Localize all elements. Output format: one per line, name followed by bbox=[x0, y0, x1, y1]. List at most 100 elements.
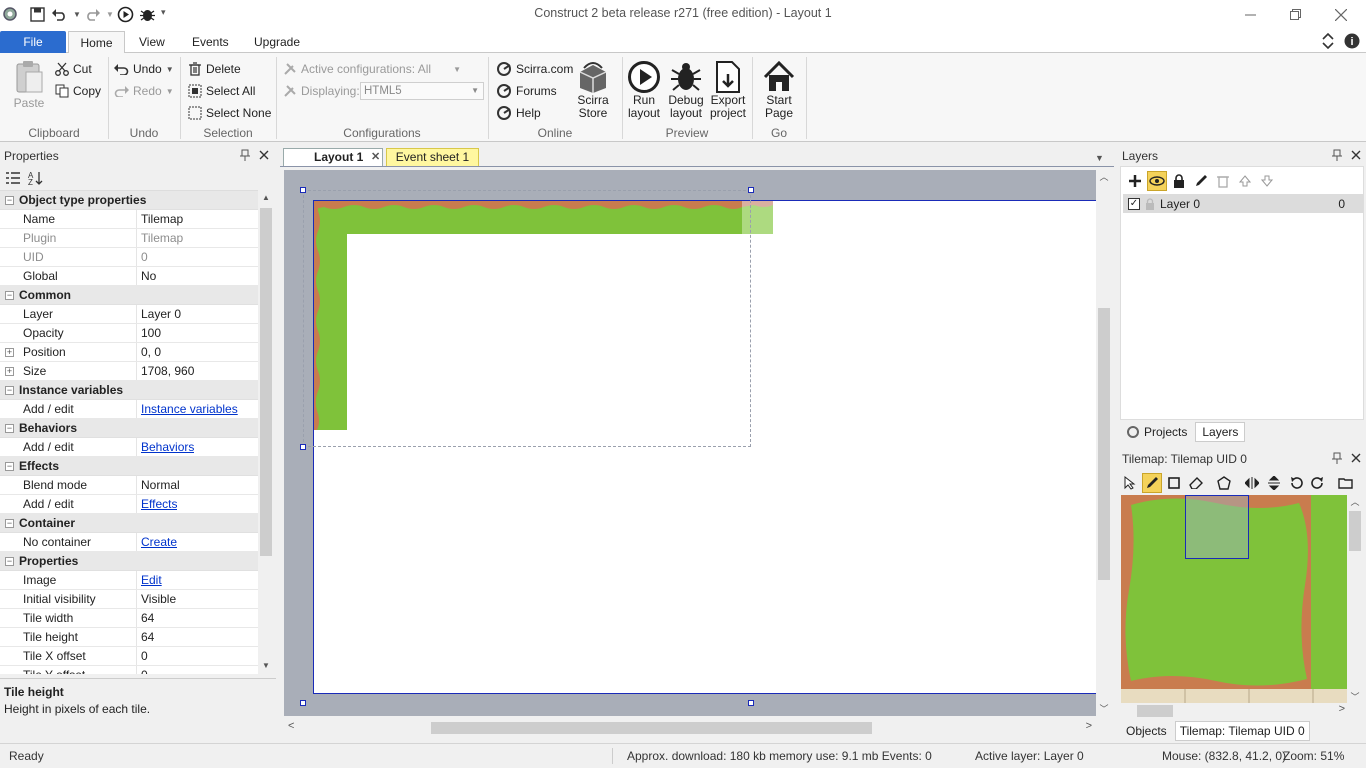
property-row[interactable]: Tile height 64 bbox=[0, 628, 258, 647]
property-row[interactable]: Add / edit Instance variables bbox=[0, 400, 258, 419]
tab-objects[interactable]: Objects bbox=[1120, 721, 1173, 741]
scroll-up-icon[interactable]: ︿ bbox=[1096, 170, 1112, 184]
pencil-tool-icon[interactable] bbox=[1142, 473, 1162, 493]
property-row[interactable]: Tile Y offset 0 bbox=[0, 666, 258, 674]
property-value[interactable]: Visible bbox=[137, 590, 176, 608]
help-button[interactable]: Help bbox=[496, 103, 541, 123]
run-layout-button[interactable]: Run layout bbox=[624, 60, 664, 120]
scroll-thumb[interactable] bbox=[1349, 511, 1361, 551]
export-project-button[interactable]: Export project bbox=[708, 60, 748, 120]
property-row[interactable]: Add / edit Effects bbox=[0, 495, 258, 514]
property-category[interactable]: − Behaviors bbox=[0, 419, 258, 438]
scirra-link-button[interactable]: Scirra.com bbox=[496, 59, 573, 79]
property-row[interactable]: Blend mode Normal bbox=[0, 476, 258, 495]
property-value[interactable]: Layer 0 bbox=[137, 305, 181, 323]
select-none-button[interactable]: Select None bbox=[188, 103, 271, 123]
scroll-thumb[interactable] bbox=[1098, 308, 1110, 580]
ribbon-collapse-icon[interactable] bbox=[1322, 33, 1334, 49]
scroll-right-icon[interactable]: > bbox=[1339, 703, 1345, 715]
close-icon[interactable] bbox=[1351, 453, 1361, 463]
property-row[interactable]: Tile X offset 0 bbox=[0, 647, 258, 666]
tab-projects[interactable]: Projects bbox=[1120, 422, 1193, 442]
pointer-tool-icon[interactable] bbox=[1120, 473, 1140, 493]
redo-dropdown-icon[interactable]: ▼ bbox=[166, 87, 174, 96]
delete-button[interactable]: Delete bbox=[188, 59, 241, 79]
property-link[interactable]: Effects bbox=[141, 497, 177, 511]
property-row[interactable]: Name Tilemap bbox=[0, 210, 258, 229]
resize-handle[interactable] bbox=[300, 444, 306, 450]
property-value[interactable]: Tilemap bbox=[137, 229, 183, 247]
tab-upgrade[interactable]: Upgrade bbox=[240, 32, 314, 54]
property-row[interactable]: Plugin Tilemap bbox=[0, 229, 258, 248]
copy-button[interactable]: Copy bbox=[55, 81, 101, 101]
delete-layer-icon[interactable] bbox=[1213, 171, 1233, 191]
pin-icon[interactable] bbox=[1332, 149, 1342, 161]
scroll-down-icon[interactable]: ▼ bbox=[259, 659, 273, 673]
tab-event-sheet-1[interactable]: Event sheet 1 bbox=[386, 148, 479, 166]
collapse-icon[interactable]: − bbox=[5, 386, 14, 395]
scroll-up-icon[interactable]: ▲ bbox=[259, 191, 273, 205]
layer-row[interactable]: ✓ Layer 0 0 bbox=[1123, 194, 1363, 213]
property-value[interactable]: Instance variables bbox=[137, 400, 238, 418]
collapse-icon[interactable]: − bbox=[5, 196, 14, 205]
active-configurations-dropdown[interactable]: Active configurations: All ▼ bbox=[283, 59, 461, 79]
redo-button[interactable]: Redo ▼ bbox=[114, 81, 174, 101]
property-row[interactable]: No container Create bbox=[0, 533, 258, 552]
debug-layout-button[interactable]: Debug layout bbox=[666, 60, 706, 120]
pin-icon[interactable] bbox=[1332, 452, 1342, 464]
expand-icon[interactable]: + bbox=[5, 348, 14, 357]
close-tab-icon[interactable]: ✕ bbox=[371, 149, 380, 166]
property-row[interactable]: Layer Layer 0 bbox=[0, 305, 258, 324]
open-folder-icon[interactable] bbox=[1336, 473, 1356, 493]
property-category[interactable]: − Effects bbox=[0, 457, 258, 476]
rotate-ccw-icon[interactable] bbox=[1286, 473, 1306, 493]
property-category[interactable]: − Object type properties bbox=[0, 191, 258, 210]
scirra-store-button[interactable]: Scirra Store bbox=[574, 60, 612, 120]
undo-button[interactable]: Undo ▼ bbox=[114, 59, 174, 79]
tab-tilemap[interactable]: Tilemap: Tilemap UID 0 bbox=[1174, 721, 1310, 741]
cut-button[interactable]: Cut bbox=[55, 59, 92, 79]
layout-viewport[interactable] bbox=[284, 170, 1096, 716]
resize-handle[interactable] bbox=[300, 187, 306, 193]
undo-dropdown-icon[interactable]: ▼ bbox=[166, 65, 174, 74]
forums-button[interactable]: Forums bbox=[496, 81, 557, 101]
select-all-button[interactable]: Select All bbox=[188, 81, 255, 101]
property-row[interactable]: Image Edit bbox=[0, 571, 258, 590]
property-value[interactable]: No bbox=[137, 267, 156, 285]
property-category[interactable]: − Properties bbox=[0, 552, 258, 571]
property-value[interactable]: Effects bbox=[137, 495, 177, 513]
property-value[interactable]: 1708, 960 bbox=[137, 362, 194, 380]
expand-icon[interactable]: + bbox=[5, 367, 14, 376]
tileset-horizontal-scrollbar[interactable]: > bbox=[1121, 703, 1347, 719]
tab-events[interactable]: Events bbox=[178, 32, 243, 54]
scroll-thumb[interactable] bbox=[1137, 705, 1173, 717]
property-category[interactable]: − Instance variables bbox=[0, 381, 258, 400]
editor-vertical-scrollbar[interactable]: ︿ ﹀ bbox=[1096, 170, 1112, 716]
paste-button[interactable]: Paste bbox=[12, 60, 46, 110]
flip-icon[interactable] bbox=[1264, 473, 1284, 493]
add-layer-icon[interactable] bbox=[1125, 171, 1145, 191]
collapse-icon[interactable]: − bbox=[5, 291, 14, 300]
scroll-down-icon[interactable]: ﹀ bbox=[1347, 690, 1363, 703]
collapse-icon[interactable]: − bbox=[5, 557, 14, 566]
tab-view[interactable]: View bbox=[125, 32, 179, 54]
property-value[interactable]: 64 bbox=[137, 628, 154, 646]
collapse-icon[interactable]: − bbox=[5, 519, 14, 528]
tileset-view[interactable] bbox=[1121, 495, 1347, 703]
move-layer-down-icon[interactable] bbox=[1257, 171, 1277, 191]
properties-scrollbar[interactable]: ▲ ▼ bbox=[258, 190, 274, 674]
minimize-button[interactable] bbox=[1227, 0, 1273, 29]
scroll-up-icon[interactable]: ︿ bbox=[1347, 495, 1363, 508]
start-page-button[interactable]: Start Page bbox=[758, 60, 800, 120]
doc-tabs-dropdown-icon[interactable]: ▼ bbox=[1095, 153, 1104, 163]
scroll-thumb[interactable] bbox=[260, 208, 272, 556]
property-row[interactable]: Initial visibility Visible bbox=[0, 590, 258, 609]
property-row[interactable]: Global No bbox=[0, 267, 258, 286]
resize-handle[interactable] bbox=[300, 700, 306, 706]
property-value[interactable]: 0 bbox=[137, 647, 148, 665]
move-layer-up-icon[interactable] bbox=[1235, 171, 1255, 191]
layer-lock-icon[interactable] bbox=[1145, 197, 1155, 210]
scroll-left-icon[interactable]: < bbox=[288, 720, 294, 732]
property-category[interactable]: − Container bbox=[0, 514, 258, 533]
toggle-visibility-icon[interactable] bbox=[1147, 171, 1167, 191]
